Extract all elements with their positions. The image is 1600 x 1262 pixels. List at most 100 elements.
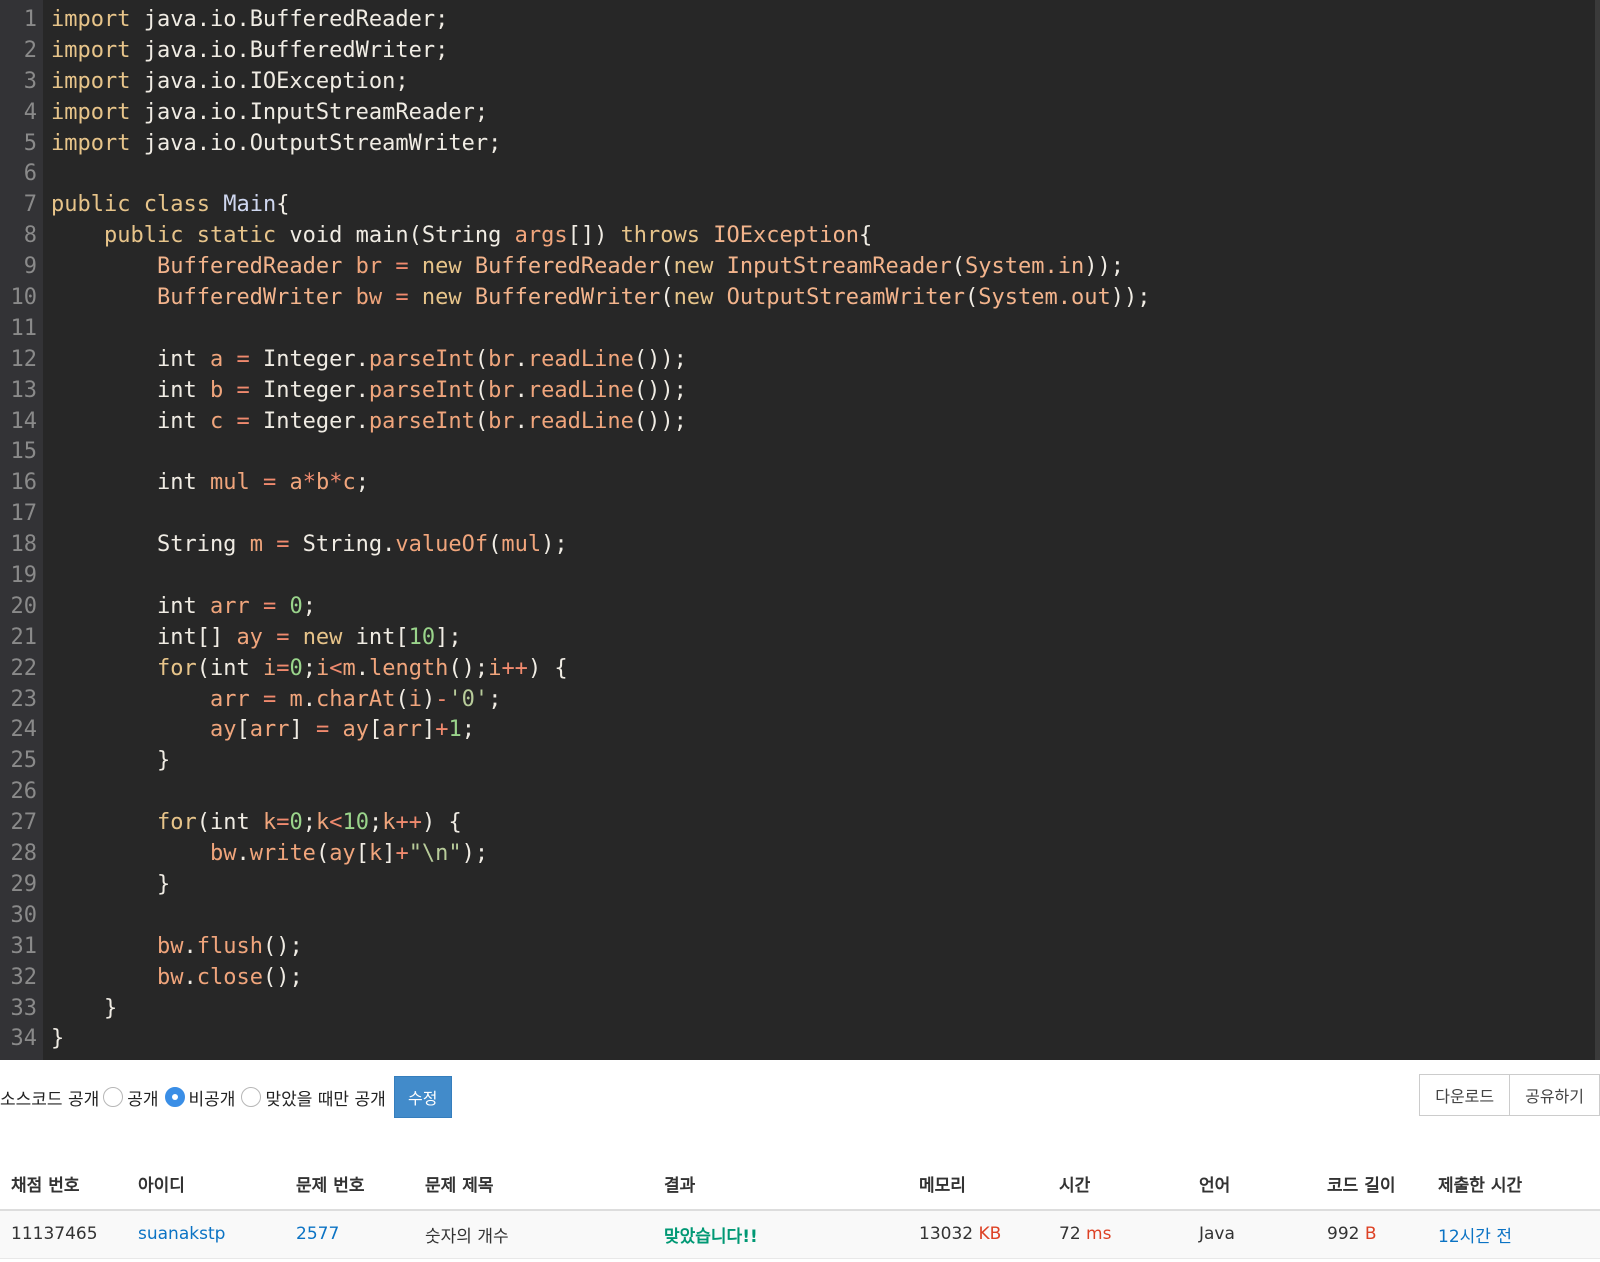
code-token: = (276, 655, 290, 681)
code-token: public class (51, 192, 210, 218)
code-token: close (196, 964, 263, 990)
line-number: 33 (10, 995, 38, 1021)
code-token: k (368, 841, 383, 867)
header-result: 결과 (653, 1158, 908, 1211)
code-line: bw.write(ay[k]+"\n"); (51, 839, 1595, 870)
visibility-option-when-correct[interactable]: 맞았을 때만 공개 (241, 1085, 386, 1110)
code-token: bw (209, 841, 237, 867)
radio-private[interactable] (164, 1087, 185, 1107)
line-number: 26 (10, 779, 38, 805)
line-number: 27 (10, 810, 38, 836)
code-line: int arr = 0; (51, 592, 1595, 623)
code-token: - (435, 686, 449, 712)
code-token: m (249, 532, 263, 558)
code-token: + (435, 717, 449, 743)
code-token: void main(String (276, 223, 515, 249)
code-token: = (262, 593, 277, 619)
code-token: . (355, 655, 369, 681)
code-editor[interactable]: 1 2 3 4 5 6 7 8 9 10 11 12 13 14 15 16 17 18 19 20 21 22 23 24 2… (0, 0, 1600, 1060)
cell-problem-title: 숫자의 개수 (414, 1210, 653, 1259)
line-number: 18 (10, 532, 38, 558)
share-button[interactable]: 공유하기 (1510, 1074, 1600, 1116)
code-token: int (51, 470, 210, 496)
line-number: 9 (23, 254, 37, 280)
code-token: k (315, 810, 330, 836)
code-token: + (395, 841, 409, 867)
cell-submitted: 12시간 전 (1427, 1210, 1600, 1259)
code-token: ay (342, 717, 369, 743)
code-token: length (368, 655, 449, 681)
code-token: for (156, 810, 197, 836)
code-line: import java.io.InputStreamReader; (51, 98, 1595, 129)
cell-submission-id: 11137465 (0, 1210, 127, 1259)
code-token: i (488, 655, 502, 681)
line-number: 1 (23, 7, 37, 32)
code-token: ( (474, 346, 489, 372)
visibility-option-public[interactable]: 공개 (103, 1085, 159, 1110)
visibility-option-private[interactable]: 비공개 (164, 1085, 235, 1110)
code-token: BufferedReader (474, 254, 661, 280)
line-number: 31 (10, 933, 38, 959)
submitted-time-link[interactable]: 12시간 전 (1438, 1227, 1512, 1247)
problem-link[interactable]: 2577 (296, 1224, 339, 1244)
code-token: b (315, 470, 330, 496)
code-line: for(int i=0;i<m.length();i++) { (51, 654, 1595, 685)
code-token: * (302, 470, 316, 496)
code-token: import (51, 37, 131, 63)
code-token: [ (355, 841, 369, 867)
code-area[interactable]: import java.io.BufferedReader; import jav… (43, 0, 1595, 1060)
code-token: ay (236, 624, 263, 650)
code-token: "\n" (408, 841, 462, 867)
code-token: 0 (289, 810, 303, 836)
code-token: = (262, 686, 277, 712)
line-number: 4 (23, 99, 37, 125)
code-line: String m = String.valueOf(mul); (51, 530, 1595, 561)
code-line: import java.io.IOException; (51, 67, 1595, 98)
code-token: ( (965, 285, 979, 311)
code-token: (); (262, 964, 303, 990)
code-token: java.io.BufferedReader; (130, 7, 449, 32)
code-token: . (236, 841, 250, 867)
code-token: m (342, 655, 356, 681)
code-token: = (236, 346, 250, 372)
code-token: 0 (289, 655, 303, 681)
code-token: flush (196, 933, 263, 959)
header-submitted: 제출한 시간 (1427, 1158, 1600, 1211)
code-line: int c = Integer.parseInt(br.readLine()); (51, 407, 1595, 438)
cell-user-id: suanakstp (127, 1210, 285, 1259)
line-number: 13 (10, 377, 38, 403)
code-token: 0 (289, 593, 303, 619)
code-token: ; (302, 810, 316, 836)
code-length-unit: B (1364, 1224, 1377, 1245)
code-token: ( (395, 686, 409, 712)
code-line: bw.close(); (51, 963, 1595, 994)
code-token: < (329, 655, 343, 681)
code-token: i (262, 655, 277, 681)
submission-table: 채점 번호 아이디 문제 번호 문제 제목 결과 메모리 시간 언어 코드 길이… (0, 1158, 1600, 1259)
download-button[interactable]: 다운로드 (1419, 1074, 1511, 1116)
line-number: 8 (23, 223, 37, 249)
user-link[interactable]: suanakstp (138, 1224, 225, 1244)
code-line: BufferedReader br = new BufferedReader(n… (51, 252, 1595, 283)
code-token: BufferedWriter (156, 285, 343, 311)
radio-when-correct[interactable] (241, 1087, 262, 1107)
code-token: ( (196, 655, 210, 681)
code-token: ( (488, 532, 502, 558)
edit-button[interactable]: 수정 (393, 1076, 452, 1118)
radio-public[interactable] (103, 1087, 124, 1107)
